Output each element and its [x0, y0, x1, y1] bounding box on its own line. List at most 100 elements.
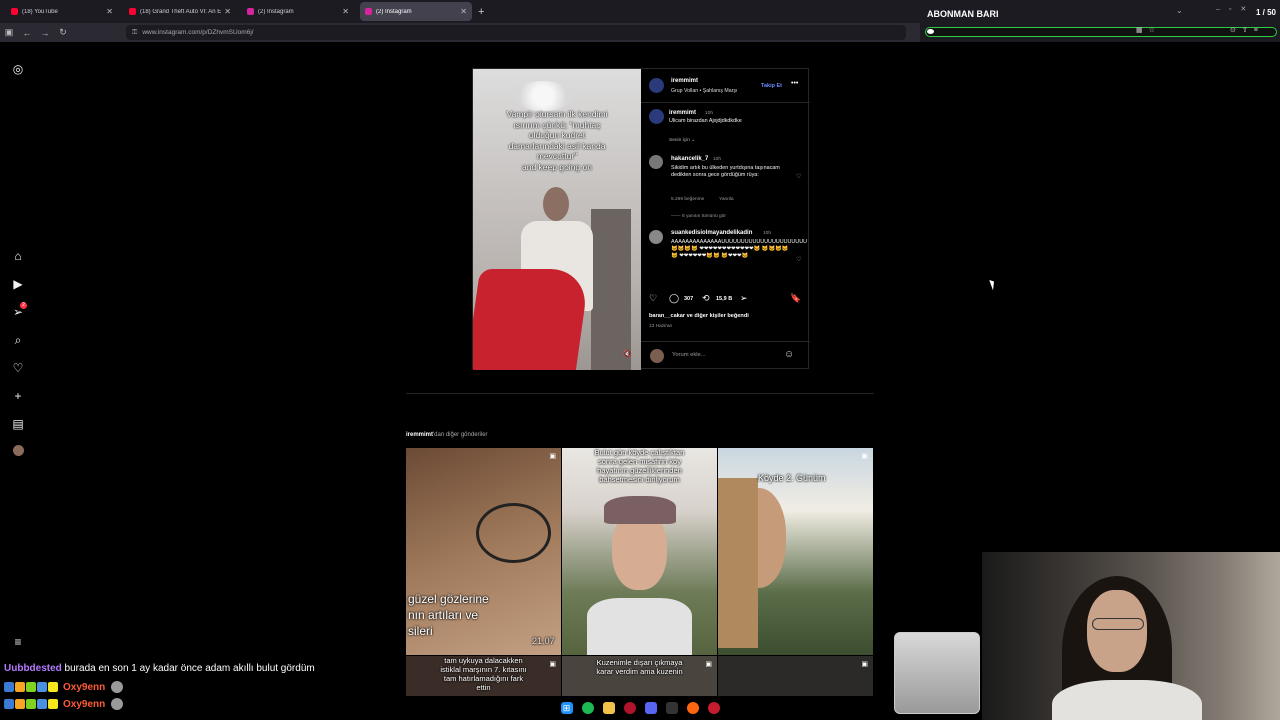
tab-gta[interactable]: (18) Grand Theft Auto VI: An E ✕ — [124, 2, 236, 21]
comment-time: 10h — [763, 231, 772, 236]
overlay-count: 1 / 50 — [1255, 8, 1276, 17]
sort-comments[interactable]: Senin için ⌄ — [669, 138, 695, 143]
messages-icon[interactable]: ➢ 2 — [11, 302, 27, 319]
toolbar-icons-right[interactable]: ⊙⇧≡ — [1230, 26, 1264, 34]
tab-instagram-1[interactable]: (2) Instagram ✕ — [242, 2, 354, 21]
subscription-progress-bar — [925, 27, 1277, 37]
instagram-favicon-icon — [247, 8, 254, 15]
repost-icon[interactable]: ⟲ — [702, 293, 710, 304]
chat-badge-icon — [15, 699, 25, 709]
close-tab-icon[interactable]: ✕ — [342, 7, 349, 16]
reels-icon[interactable]: ▶ — [11, 277, 25, 291]
chat-badge-icon — [26, 682, 36, 692]
post-tile[interactable]: ▣ güzel gözlerine nın artıları ve sileri… — [406, 448, 561, 655]
close-tab-icon[interactable]: ✕ — [224, 7, 231, 16]
more-posts-user[interactable]: iremmimt — [406, 432, 433, 438]
shirt-shape — [1052, 680, 1202, 720]
forward-icon[interactable]: → — [36, 28, 54, 38]
discord-icon[interactable] — [644, 702, 657, 714]
dashboard-icon[interactable]: ▤ — [11, 417, 25, 431]
firefox-icon[interactable] — [686, 702, 699, 714]
caption-line: olduğun kudret — [528, 130, 586, 140]
youtube-favicon-icon — [11, 8, 18, 15]
comment-user[interactable]: hakancelik_7 — [671, 156, 708, 162]
emoji-icon[interactable]: ☺ — [784, 349, 794, 360]
instagram-logo-icon[interactable]: ◎ — [11, 62, 25, 76]
create-icon[interactable]: + — [11, 389, 25, 403]
comment-likes[interactable]: 5.269 beğenme — [671, 197, 704, 202]
heart-icon[interactable]: ♡ — [11, 361, 25, 375]
post-tile[interactable]: ▣ — [718, 656, 873, 696]
post-modal: Vampir olursam ilk kendimi ısırırım çünk… — [472, 68, 810, 370]
comment-user[interactable]: suankedisiolmayandelikadin — [671, 230, 752, 236]
toolbar-icons[interactable]: ▦☆ — [1136, 26, 1161, 34]
author-avatar[interactable] — [649, 78, 664, 93]
post-tile[interactable]: ▣ Kuzenimle dışarı çıkmaya karar verdim … — [562, 656, 717, 696]
caption-line: and keep going on — [522, 161, 592, 172]
author-name[interactable]: iremmimt — [671, 78, 698, 84]
chat-badge-icon — [48, 682, 58, 692]
home-icon[interactable]: ⌂ — [11, 249, 25, 263]
comment-text: AAAAAAAAAAAAAAUUUUUUUUUUUUUUUUUUUUUU 🐱🐱🐱… — [671, 239, 807, 259]
like-icon[interactable]: ♡ — [649, 293, 657, 304]
profile-avatar[interactable] — [11, 445, 25, 459]
post-header: iremmimt Grup Vollan • Şahlanış Marşı Ta… — [641, 69, 810, 103]
reload-icon[interactable]: ↻ — [54, 27, 72, 38]
like-comment-icon[interactable]: ♡ — [796, 256, 801, 263]
glasses-shape — [1092, 618, 1144, 630]
reply-link[interactable]: Yanıtla — [719, 197, 734, 202]
menu-icon[interactable]: ≡ — [11, 635, 25, 649]
tile-caption: güzel gözlerine nın artıları ve sileri — [408, 592, 489, 638]
browser-tab-bar: (18) YouTube ✕ (18) Grand Theft Auto VI: … — [0, 0, 920, 23]
emote-icon — [111, 681, 124, 693]
close-tab-icon[interactable]: ✕ — [106, 7, 113, 16]
post-tile[interactable]: ▣ tam uykuya dalacakken istiklal marşını… — [406, 656, 561, 696]
obs-icon[interactable] — [707, 702, 720, 714]
windows-start-icon[interactable]: ⊞ — [560, 702, 573, 714]
more-options-icon[interactable]: ••• — [791, 80, 798, 87]
opera-icon[interactable] — [623, 702, 636, 714]
view-replies[interactable]: —— 8 yanıtın tümünü gör — [671, 214, 726, 219]
post-tile[interactable]: Bulut gün köyde çalıştıktan sonra gelen … — [562, 448, 717, 655]
new-tab-icon[interactable]: + — [478, 6, 484, 18]
tile-caption: tam uykuya dalacakken istiklal marşının … — [440, 656, 527, 692]
like-comment-icon[interactable]: ♡ — [796, 173, 801, 180]
chat-user: Oxy9enn — [63, 681, 106, 693]
sidebar-toggle-icon[interactable]: ▣ — [0, 27, 18, 38]
reel-icon: ▣ — [861, 661, 868, 668]
video-caption: Vampir olursam ilk kendimi ısırırım çünk… — [481, 109, 633, 172]
shirt-shape — [587, 598, 692, 655]
emote-icon — [111, 698, 124, 710]
file-explorer-icon[interactable] — [602, 702, 615, 714]
add-comment-bar: Yorum ekle... ☺ — [641, 341, 810, 370]
post-tile[interactable]: ▣ Köyde 2. Günüm — [718, 448, 873, 655]
spotify-icon[interactable] — [581, 702, 594, 714]
terminal-icon[interactable] — [665, 702, 678, 714]
chat-badge-icon — [48, 699, 58, 709]
address-bar[interactable]: ⚿ www.instagram.com/p/DZhvmSUom6j/ — [126, 25, 906, 40]
mute-icon[interactable]: 🔇 — [623, 350, 632, 358]
commenter-avatar[interactable] — [649, 155, 663, 169]
window-controls[interactable]: –▫✕ — [1216, 5, 1255, 13]
save-icon[interactable]: 🔖 — [790, 293, 801, 304]
lock-icon: ⚿ — [132, 28, 138, 36]
webcam-overlay — [982, 552, 1280, 720]
author-audio[interactable]: Grup Vollan • Şahlanış Marşı — [671, 88, 737, 94]
comment-icon[interactable]: ◯ — [669, 293, 679, 304]
liked-by[interactable]: baran__cakar ve diğer kişiler beğendi — [649, 313, 749, 319]
author-avatar[interactable] — [649, 109, 664, 124]
tab-youtube[interactable]: (18) YouTube ✕ — [6, 2, 118, 21]
post-video[interactable]: Vampir olursam ilk kendimi ısırırım çünk… — [473, 69, 641, 370]
tab-instagram-2[interactable]: (2) Instagram ✕ — [360, 2, 472, 21]
share-icon[interactable]: ➢ — [740, 293, 748, 304]
follow-button[interactable]: Takip Et — [761, 83, 782, 89]
description-user[interactable]: iremmimt — [669, 110, 696, 116]
close-tab-icon[interactable]: ✕ — [460, 7, 467, 16]
back-icon[interactable]: ← — [18, 28, 36, 38]
search-icon[interactable]: ⌕ — [11, 333, 25, 347]
red-chair — [473, 269, 591, 370]
caption-line: mevcuttur" — [536, 151, 578, 161]
liked-by-user[interactable]: baran__cakar — [649, 313, 685, 319]
commenter-avatar[interactable] — [649, 230, 663, 244]
comment-input[interactable]: Yorum ekle... — [672, 352, 706, 358]
